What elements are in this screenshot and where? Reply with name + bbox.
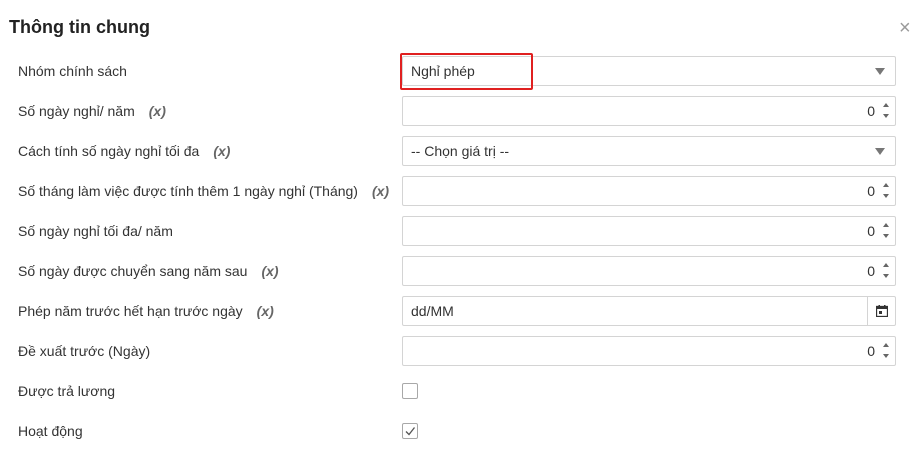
row-active: Hoạt động	[0, 416, 913, 446]
carry-over-days-value: 0	[867, 263, 875, 279]
prev-year-expiry-date-input[interactable]: dd/MM	[402, 296, 896, 326]
months-per-extra-day-label: Số tháng làm việc được tính thêm 1 ngày …	[18, 183, 390, 199]
chevron-down-icon	[875, 68, 885, 75]
propose-before-days-input[interactable]: 0	[402, 336, 896, 366]
max-days-per-year-label: Số ngày nghỉ tối đa/ năm	[18, 223, 173, 239]
propose-before-days-value: 0	[867, 343, 875, 359]
prev-year-expiry-label: Phép năm trước hết hạn trước ngày (x)	[18, 303, 274, 319]
spinner-arrows-icon[interactable]	[882, 181, 891, 201]
months-per-extra-day-value: 0	[867, 183, 875, 199]
formula-button[interactable]: (x)	[213, 143, 230, 159]
months-per-extra-day-input[interactable]: 0	[402, 176, 896, 206]
row-paid: Được trả lương	[0, 376, 913, 406]
row-max-days-per-year: Số ngày nghỉ tối đa/ năm 0	[0, 216, 913, 246]
paid-label: Được trả lương	[18, 383, 116, 399]
chevron-down-icon	[875, 148, 885, 155]
days-per-year-label: Số ngày nghỉ/ năm (x)	[18, 103, 166, 119]
days-per-year-value: 0	[867, 103, 875, 119]
row-days-per-year: Số ngày nghỉ/ năm (x) 0	[0, 96, 913, 126]
formula-button[interactable]: (x)	[149, 103, 166, 119]
max-days-per-year-input[interactable]: 0	[402, 216, 896, 246]
paid-checkbox[interactable]	[402, 383, 418, 399]
spinner-arrows-icon[interactable]	[882, 221, 891, 241]
policy-group-label: Nhóm chính sách	[18, 63, 127, 79]
row-months-per-extra-day: Số tháng làm việc được tính thêm 1 ngày …	[0, 176, 913, 206]
row-propose-before-days: Đề xuất trước (Ngày) 0	[0, 336, 913, 366]
row-prev-year-expiry: Phép năm trước hết hạn trước ngày (x) dd/…	[0, 296, 913, 326]
max-days-per-year-value: 0	[867, 223, 875, 239]
carry-over-days-input[interactable]: 0	[402, 256, 896, 286]
max-days-method-label: Cách tính số ngày nghỉ tối đa (x)	[18, 143, 231, 159]
max-days-method-value: -- Chọn giá trị --	[411, 143, 510, 159]
spinner-arrows-icon[interactable]	[882, 341, 891, 361]
calendar-icon[interactable]	[867, 297, 895, 325]
row-max-days-method: Cách tính số ngày nghỉ tối đa (x) -- Chọn…	[0, 136, 913, 166]
max-days-method-select[interactable]: -- Chọn giá trị --	[402, 136, 896, 166]
spinner-arrows-icon[interactable]	[882, 101, 891, 121]
row-carry-over-days: Số ngày được chuyển sang năm sau (x) 0	[0, 256, 913, 286]
spinner-arrows-icon[interactable]	[882, 261, 891, 281]
carry-over-days-label: Số ngày được chuyển sang năm sau (x)	[18, 263, 279, 279]
checkmark-icon	[405, 427, 416, 436]
formula-button[interactable]: (x)	[372, 183, 389, 199]
policy-group-value: Nghỉ phép	[411, 63, 475, 79]
row-policy-group: Nhóm chính sách Nghỉ phép	[0, 56, 913, 86]
formula-button[interactable]: (x)	[261, 263, 278, 279]
policy-group-select[interactable]: Nghỉ phép	[402, 56, 896, 86]
days-per-year-input[interactable]: 0	[402, 96, 896, 126]
dialog-title: Thông tin chung	[9, 17, 150, 37]
prev-year-expiry-value: dd/MM	[411, 303, 454, 319]
active-label: Hoạt động	[18, 423, 83, 439]
active-checkbox[interactable]	[402, 423, 418, 439]
close-icon[interactable]: ×	[899, 18, 913, 38]
propose-before-days-label: Đề xuất trước (Ngày)	[18, 343, 151, 359]
formula-button[interactable]: (x)	[257, 303, 274, 319]
